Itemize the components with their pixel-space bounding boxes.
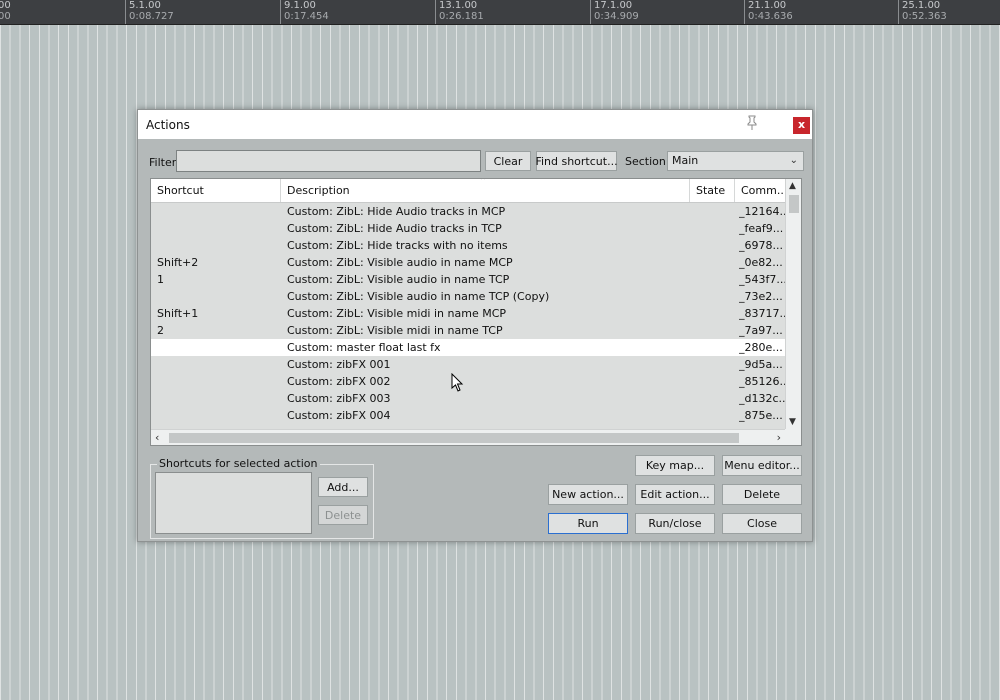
- row-command: _0e82...: [739, 256, 783, 269]
- row-description: Custom: ZibL: Visible audio in name TCP: [287, 273, 510, 286]
- column-header-shortcut[interactable]: Shortcut: [151, 179, 281, 202]
- row-command: _d132c...: [739, 392, 785, 405]
- row-command: _85126...: [739, 375, 785, 388]
- list-rows: Custom: ZibL: Hide Audio tracks in MCP _1…: [151, 203, 785, 424]
- edit-action-button[interactable]: Edit action...: [635, 484, 715, 505]
- ruler-mark: 17.1.00 0:34.909: [590, 0, 639, 24]
- row-description: Custom: zibFX 004: [287, 409, 391, 422]
- pin-icon[interactable]: [744, 115, 760, 133]
- row-description: Custom: ZibL: Visible midi in name TCP: [287, 324, 503, 337]
- row-description: Custom: master float last fx: [287, 341, 441, 354]
- row-command: _280e...: [739, 341, 783, 354]
- mouse-cursor-icon: [451, 373, 464, 392]
- vertical-scrollbar[interactable]: ▲ ▼: [785, 179, 801, 429]
- list-header: Shortcut Description ⌃ State Comm...: [151, 179, 801, 203]
- delete-action-button[interactable]: Delete: [722, 484, 802, 505]
- column-header-state[interactable]: State: [690, 179, 735, 202]
- dialog-title: Actions: [146, 118, 190, 132]
- section-value: Main: [672, 154, 699, 167]
- actions-dialog: Actions x Filter Clear Find shortcut... …: [137, 109, 813, 542]
- section-select[interactable]: Main ⌄: [667, 151, 804, 171]
- row-command: _73e2...: [739, 290, 783, 303]
- table-row[interactable]: Custom: ZibL: Hide tracks with no items _…: [151, 237, 785, 254]
- add-shortcut-button[interactable]: Add...: [318, 477, 368, 497]
- table-row[interactable]: Shift+2 Custom: ZibL: Visible audio in na…: [151, 254, 785, 271]
- menu-editor-button[interactable]: Menu editor...: [722, 455, 802, 476]
- sort-ascending-icon: ⌃: [479, 178, 488, 187]
- row-description: Custom: ZibL: Hide Audio tracks in MCP: [287, 205, 506, 218]
- delete-shortcut-button[interactable]: Delete: [318, 505, 368, 525]
- new-action-button[interactable]: New action...: [548, 484, 628, 505]
- close-button[interactable]: Close: [722, 513, 802, 534]
- row-shortcut: 1: [157, 273, 164, 286]
- close-icon[interactable]: x: [793, 117, 810, 134]
- row-command: _875e...: [739, 409, 783, 422]
- table-row[interactable]: Custom: zibFX 002 _85126...: [151, 373, 785, 390]
- row-command: _7a97...: [739, 324, 783, 337]
- row-description: Custom: ZibL: Visible midi in name MCP: [287, 307, 507, 320]
- clear-button[interactable]: Clear: [485, 151, 531, 171]
- table-row[interactable]: Custom: zibFX 003 _d132c...: [151, 390, 785, 407]
- row-description: Custom: zibFX 002: [287, 375, 391, 388]
- row-command: _543f7...: [739, 273, 785, 286]
- scroll-up-icon[interactable]: ▲: [789, 181, 796, 191]
- row-description: Custom: ZibL: Visible audio in name MCP: [287, 256, 513, 269]
- shortcuts-group: Shortcuts for selected action Add... Del…: [150, 457, 374, 539]
- scroll-left-icon[interactable]: ‹: [155, 431, 159, 444]
- section-label: Section:: [625, 155, 670, 168]
- ruler-mark: 13.1.00 0:26.181: [435, 0, 484, 24]
- chevron-down-icon: ⌄: [789, 155, 798, 166]
- row-command: _feaf9...: [739, 222, 784, 235]
- shortcuts-group-title: Shortcuts for selected action: [157, 457, 320, 470]
- row-command: _9d5a...: [739, 358, 783, 371]
- table-row[interactable]: Custom: ZibL: Hide Audio tracks in TCP _f…: [151, 220, 785, 237]
- table-row[interactable]: Shift+1 Custom: ZibL: Visible midi in nam…: [151, 305, 785, 322]
- table-row[interactable]: Custom: ZibL: Visible audio in name TCP …: [151, 288, 785, 305]
- table-row[interactable]: 2 Custom: ZibL: Visible midi in name TCP _…: [151, 322, 785, 339]
- shortcut-list[interactable]: [155, 472, 312, 534]
- table-row[interactable]: 1 Custom: ZibL: Visible audio in name TCP…: [151, 271, 785, 288]
- row-shortcut: Shift+2: [157, 256, 199, 269]
- table-row[interactable]: Custom: master float last fx _280e...: [151, 339, 785, 356]
- row-command: _6978...: [739, 239, 783, 252]
- key-map-button[interactable]: Key map...: [635, 455, 715, 476]
- timeline-ruler[interactable]: 00 00 5.1.00 0:08.727 9.1.00 0:17.454 13.1.…: [0, 0, 1000, 25]
- table-row[interactable]: Custom: zibFX 001 _9d5a...: [151, 356, 785, 373]
- row-shortcut: Shift+1: [157, 307, 199, 320]
- scroll-down-icon[interactable]: ▼: [789, 417, 796, 427]
- ruler-mark: 21.1.00 0:43.636: [744, 0, 793, 24]
- row-shortcut: 2: [157, 324, 164, 337]
- row-description: Custom: ZibL: Hide Audio tracks in TCP: [287, 222, 502, 235]
- run-close-button[interactable]: Run/close: [635, 513, 715, 534]
- scroll-right-icon[interactable]: ›: [777, 431, 781, 444]
- scrollbar-thumb[interactable]: [169, 433, 739, 443]
- row-description: Custom: zibFX 003: [287, 392, 391, 405]
- horizontal-scrollbar[interactable]: ‹ ›: [151, 429, 785, 445]
- column-header-command[interactable]: Comm...: [735, 179, 785, 202]
- scrollbar-corner: [785, 429, 801, 445]
- ruler-mark: 9.1.00 0:17.454: [280, 0, 329, 24]
- run-button[interactable]: Run: [548, 513, 628, 534]
- filter-label: Filter: [149, 156, 177, 169]
- row-description: Custom: ZibL: Hide tracks with no items: [287, 239, 508, 252]
- filter-input[interactable]: [176, 150, 481, 172]
- ruler-mark: 00 00: [0, 0, 11, 24]
- actions-list[interactable]: Shortcut Description ⌃ State Comm... Cus…: [150, 178, 802, 446]
- row-description: Custom: ZibL: Visible audio in name TCP …: [287, 290, 550, 303]
- row-command: _83717...: [739, 307, 785, 320]
- table-row[interactable]: Custom: zibFX 004 _875e...: [151, 407, 785, 424]
- ruler-mark: 25.1.00 0:52.363: [898, 0, 947, 24]
- find-shortcut-button[interactable]: Find shortcut...: [535, 151, 618, 171]
- dialog-titlebar[interactable]: Actions x: [138, 110, 812, 139]
- ruler-mark: 5.1.00 0:08.727: [125, 0, 174, 24]
- row-command: _12164...: [739, 205, 785, 218]
- table-row[interactable]: Custom: ZibL: Hide Audio tracks in MCP _1…: [151, 203, 785, 220]
- scrollbar-thumb[interactable]: [789, 195, 799, 213]
- row-description: Custom: zibFX 001: [287, 358, 391, 371]
- pin-icon-glyph: [747, 115, 757, 130]
